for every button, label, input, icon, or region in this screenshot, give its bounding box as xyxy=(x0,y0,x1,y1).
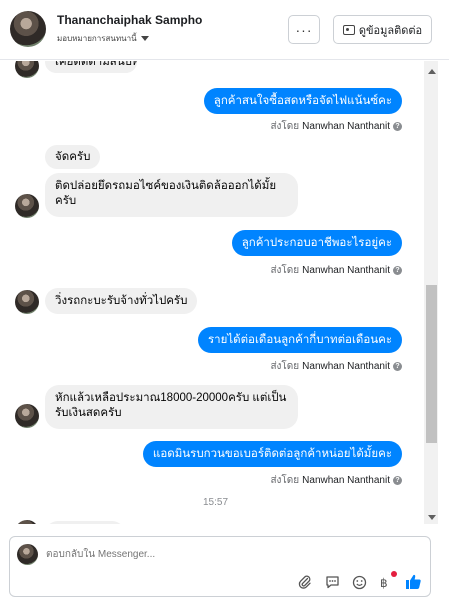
sent-by-name[interactable]: Nanwhan Nanthanit xyxy=(302,265,390,276)
sender-avatar xyxy=(15,194,39,218)
sent-by-label: ส่งโดย Nanwhan Nanthanit ? xyxy=(270,263,402,278)
scroll-down-icon[interactable] xyxy=(428,515,436,520)
outgoing-message: แอดมินรบกวนขอเบอร์ติดต่อลูกค้าหน่อยได้มั… xyxy=(142,441,402,467)
incoming-message-partial xyxy=(45,521,125,524)
caret-down-icon xyxy=(140,36,149,41)
outgoing-message: รายได้ต่อเดือนลูกค้ากี่บาทต่อเดือนคะ xyxy=(197,327,402,353)
incoming-message: หักแล้วเหลือประมาณ18000-20000ครับ แต่เป็… xyxy=(45,385,298,429)
sent-by-name[interactable]: Nanwhan Nanthanit xyxy=(302,121,390,132)
sender-avatar xyxy=(15,290,39,314)
sent-by-prefix: ส่งโดย xyxy=(270,475,300,486)
svg-text:฿: ฿ xyxy=(380,576,388,590)
notification-dot xyxy=(391,571,397,577)
help-icon[interactable]: ? xyxy=(393,476,402,485)
message-timestamp: 15:57 xyxy=(202,497,229,508)
message-line: ครับ xyxy=(55,195,77,207)
sent-by-name[interactable]: Nanwhan Nanthanit xyxy=(302,361,390,372)
more-options-button[interactable]: ··· xyxy=(288,15,320,44)
outgoing-message: ลูกค้าสนใจซื้อสดหรือจัดไฟแน้นซ์คะ xyxy=(203,88,402,114)
assign-label: มอบหมายการสนทนานี้ xyxy=(57,34,137,43)
view-contact-button[interactable]: ดูข้อมูลติดต่อ xyxy=(333,15,432,44)
incoming-message: ติดปล่อยยึดรถมอไซค์ของเงินติดล้อออกได้มั… xyxy=(45,173,298,217)
contact-card-icon xyxy=(342,24,355,35)
attachment-icon[interactable] xyxy=(297,574,313,590)
sender-avatar xyxy=(15,404,39,428)
help-icon[interactable]: ? xyxy=(393,122,402,131)
help-icon[interactable]: ? xyxy=(393,266,402,275)
sender-avatar xyxy=(15,520,39,524)
like-icon[interactable] xyxy=(404,572,422,590)
saved-replies-icon[interactable] xyxy=(324,574,340,590)
sent-by-prefix: ส่งโดย xyxy=(270,121,300,132)
sent-by-prefix: ส่งโดย xyxy=(270,265,300,276)
scroll-up-icon[interactable] xyxy=(428,69,436,74)
incoming-message: วิ่งรถกะบะรับจ้างทั่วไปครับ xyxy=(45,288,198,314)
incoming-message: เคยติดตามสนับพี่คาปสุย xyxy=(45,61,137,73)
outgoing-message: ลูกค้าประกอบอาชีพอะไรอยู่คะ xyxy=(231,230,402,256)
message-line: รับเงินสดครับ xyxy=(55,407,122,419)
scrollbar-thumb[interactable] xyxy=(426,285,437,443)
assign-conversation-dropdown[interactable]: มอบหมายการสนทนานี้ xyxy=(57,32,149,45)
contact-name[interactable]: Thananchaiphak Sampho xyxy=(57,13,202,27)
avatar[interactable] xyxy=(10,11,46,47)
sent-by-label: ส่งโดย Nanwhan Nanthanit ? xyxy=(270,473,402,488)
conversation-header: Thananchaiphak Sampho มอบหมายการสนทนานี้… xyxy=(0,0,449,60)
emoji-icon[interactable] xyxy=(351,574,367,590)
page-avatar xyxy=(17,544,38,565)
sent-by-label: ส่งโดย Nanwhan Nanthanit ? xyxy=(270,359,402,374)
sent-by-label: ส่งโดย Nanwhan Nanthanit ? xyxy=(270,119,402,134)
incoming-message: จัดครับ xyxy=(45,145,101,169)
help-icon[interactable]: ? xyxy=(393,362,402,371)
message-thread[interactable]: เคยติดตามสนับพี่คาปสุย ลูกค้าสนใจซื้อสดห… xyxy=(0,61,449,524)
sent-by-name[interactable]: Nanwhan Nanthanit xyxy=(302,475,390,486)
view-contact-label: ดูข้อมูลติดต่อ xyxy=(358,24,423,37)
sent-by-prefix: ส่งโดย xyxy=(270,361,300,372)
payment-icon[interactable]: ฿ xyxy=(377,574,393,590)
sender-avatar xyxy=(15,61,39,78)
message-line: ติดปล่อยยึดรถมอไซค์ของเงินติดล้อออกได้มั… xyxy=(55,180,277,192)
reply-input[interactable] xyxy=(46,546,406,562)
message-line: หักแล้วเหลือประมาณ18000-20000ครับ แต่เป็… xyxy=(55,392,287,404)
